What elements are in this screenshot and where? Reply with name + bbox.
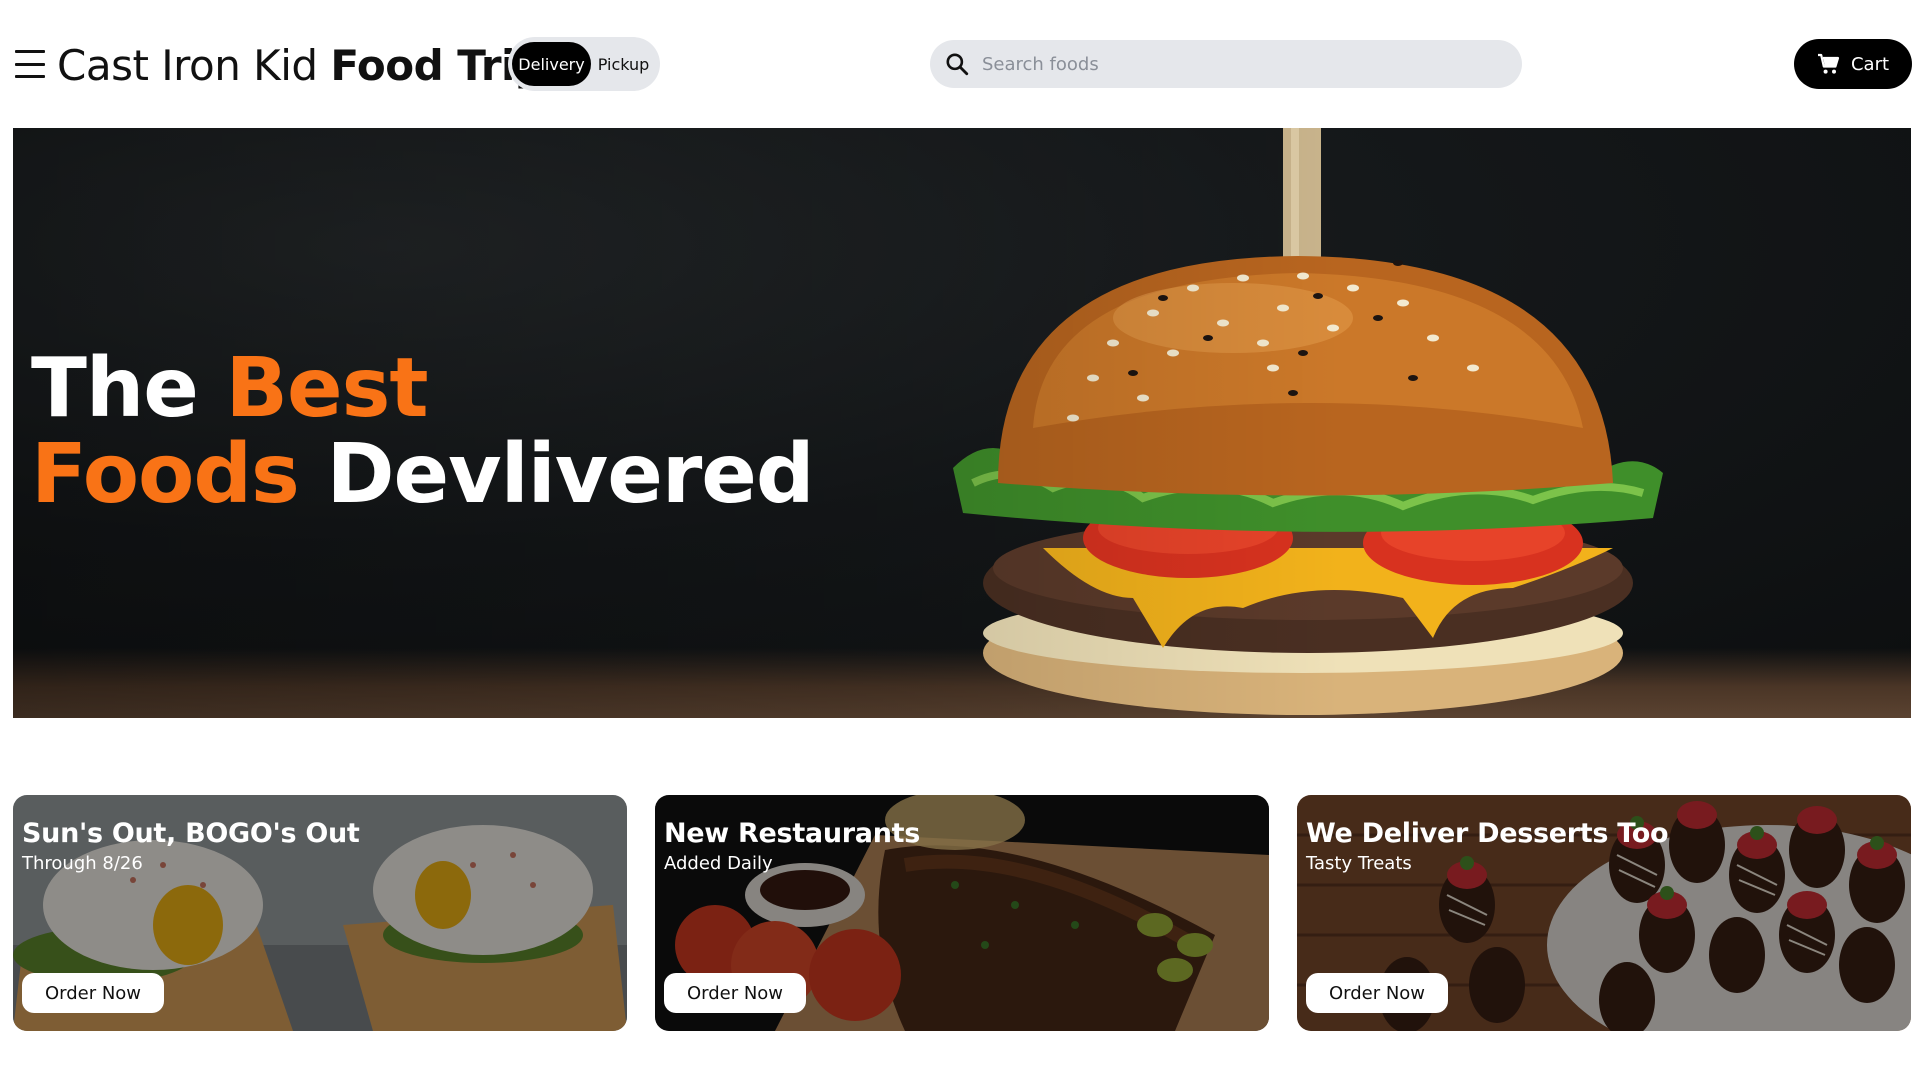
- cart-button[interactable]: Cart: [1794, 39, 1912, 89]
- promo-card-new-restaurants: New Restaurants Added Daily Order Now: [655, 795, 1269, 1031]
- card-subtitle: Through 8/26: [22, 853, 143, 874]
- hero-headline: The Best Foods Devlivered: [31, 346, 815, 518]
- pickup-option[interactable]: Pickup: [591, 42, 656, 86]
- delivery-option[interactable]: Delivery: [512, 42, 591, 86]
- card-title: Sun's Out, BOGO's Out: [22, 818, 360, 849]
- card-subtitle: Tasty Treats: [1306, 853, 1412, 874]
- hero-line-2: Foods Devlivered: [31, 432, 815, 518]
- card-title: We Deliver Desserts Too: [1306, 818, 1669, 849]
- hero-banner: The Best Foods Devlivered: [13, 128, 1911, 718]
- brand-logo[interactable]: Cast Iron Kid Food Trip: [57, 40, 545, 92]
- search-input[interactable]: [982, 53, 1502, 75]
- cart-label: Cart: [1850, 53, 1890, 75]
- hero-word-delivered: Devlivered: [326, 427, 814, 522]
- cart-icon: [1817, 53, 1840, 74]
- hero-word-foods: Foods: [31, 427, 300, 522]
- top-navbar: Cast Iron Kid Food Trip Delivery Pickup …: [0, 0, 1920, 128]
- promo-cards: Sun's Out, BOGO's Out Through 8/26 Order…: [13, 795, 1911, 1031]
- delivery-pickup-toggle: Delivery Pickup: [508, 37, 660, 91]
- order-now-button[interactable]: Order Now: [664, 973, 806, 1013]
- menu-icon[interactable]: [15, 50, 45, 78]
- hero-line-1: The Best: [31, 346, 814, 432]
- order-now-button[interactable]: Order Now: [22, 973, 164, 1013]
- order-now-button[interactable]: Order Now: [1306, 973, 1448, 1013]
- card-subtitle: Added Daily: [664, 853, 773, 874]
- search-bar: [930, 40, 1522, 88]
- promo-card-bogo: Sun's Out, BOGO's Out Through 8/26 Order…: [13, 795, 627, 1031]
- hero-word-best: Best: [225, 341, 429, 436]
- card-title: New Restaurants: [664, 818, 921, 849]
- search-icon[interactable]: [944, 51, 970, 77]
- hero-word-the: The: [31, 341, 199, 436]
- brand-name-light: Cast Iron Kid: [57, 41, 318, 90]
- promo-card-desserts: We Deliver Desserts Too Tasty Treats Ord…: [1297, 795, 1911, 1031]
